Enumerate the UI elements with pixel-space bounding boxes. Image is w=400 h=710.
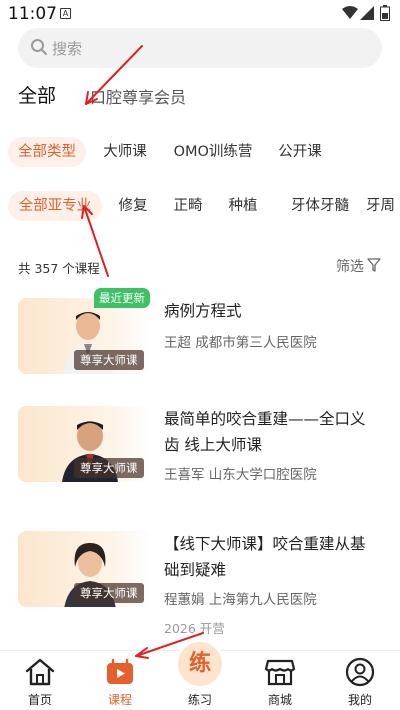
course-teacher: 王超 成都市第三人民医院: [164, 335, 317, 351]
chip-periodontics[interactable]: 牙周: [366, 191, 400, 221]
chip-open-class[interactable]: 公开课: [268, 137, 332, 167]
course-count: 共 357 个课程: [18, 261, 100, 276]
tab-home[interactable]: 首页: [0, 651, 80, 710]
search-icon: [31, 39, 47, 55]
wifi-icon: [342, 6, 358, 19]
tab-premium-member[interactable]: 口腔尊享会员: [90, 84, 186, 108]
chip-all-types[interactable]: 全部类型: [8, 137, 86, 167]
chip-prosthodontics[interactable]: 修复: [108, 191, 158, 221]
course-item[interactable]: 尊享大师课 最简单的咬合重建——全口义齿 线上大师课 王喜军 山东大学口腔医院: [18, 406, 382, 486]
tab-store-label: 商城: [267, 693, 292, 707]
tab-courses-label: 课程: [107, 693, 132, 707]
thumb-label: 尊享大师课: [74, 350, 144, 370]
tab-store[interactable]: 商城: [240, 651, 320, 710]
bottom-tab-bar: 首页 课程 练 练习 商城 我的: [0, 639, 400, 710]
course-teacher: 程蕙娟 上海第九人民医院: [164, 592, 317, 608]
thumb-label: 尊享大师课: [74, 583, 144, 603]
battery-icon: [380, 5, 390, 21]
signal-icon: [360, 6, 374, 20]
tab-profile-label: 我的: [347, 693, 372, 707]
tab-profile[interactable]: 我的: [320, 651, 400, 710]
chip-implant[interactable]: 种植: [218, 191, 268, 221]
chip-endodontics[interactable]: 牙体牙髓: [278, 191, 362, 221]
store-icon: [264, 659, 296, 686]
status-time: 11:07: [8, 4, 57, 24]
course-thumbnail: 尊享大师课: [18, 531, 152, 607]
tab-all[interactable]: 全部: [18, 81, 56, 108]
course-thumbnail: 尊享大师课: [18, 406, 152, 482]
recent-update-badge: 最近更新: [94, 288, 150, 308]
search-input[interactable]: 搜索: [18, 28, 382, 68]
tab-practice[interactable]: 练 练习: [160, 639, 240, 710]
tab-practice-label: 练习: [187, 693, 212, 707]
chip-master-class[interactable]: 大师课: [92, 137, 158, 167]
chip-omo-camp[interactable]: OMO训练营: [166, 137, 260, 167]
tab-courses[interactable]: 课程: [80, 651, 160, 710]
course-title: 病例方程式: [164, 302, 242, 320]
filter-button[interactable]: 筛选: [336, 256, 364, 276]
course-title: 最简单的咬合重建——全口义齿 线上大师课: [164, 410, 366, 454]
chip-all-specialties[interactable]: 全部亚专业: [8, 191, 102, 221]
course-thumbnail: 尊享大师课: [18, 298, 152, 374]
course-icon: [107, 658, 133, 684]
course-title: 【线下大师课】咬合重建从基础到疑难: [164, 535, 366, 579]
home-icon: [25, 658, 55, 686]
course-item[interactable]: 尊享大师课 最近更新 病例方程式 王超 成都市第三人民医院: [18, 288, 382, 378]
course-schedule: 2026 开营: [164, 621, 225, 636]
notification-a-icon: A: [60, 8, 71, 19]
profile-icon: [345, 657, 375, 687]
practice-icon: 练: [175, 639, 225, 689]
search-placeholder: 搜索: [52, 40, 83, 58]
course-item[interactable]: 尊享大师课 【线下大师课】咬合重建从基础到疑难 程蕙娟 上海第九人民医院 202…: [18, 531, 382, 636]
course-teacher: 王喜军 山东大学口腔医院: [164, 467, 317, 483]
filter-icon[interactable]: [367, 258, 381, 272]
thumb-label: 尊享大师课: [74, 458, 144, 478]
chip-orthodontics[interactable]: 正畸: [163, 191, 213, 221]
tab-home-label: 首页: [27, 693, 52, 707]
status-bar: 11:07 A: [0, 0, 400, 28]
